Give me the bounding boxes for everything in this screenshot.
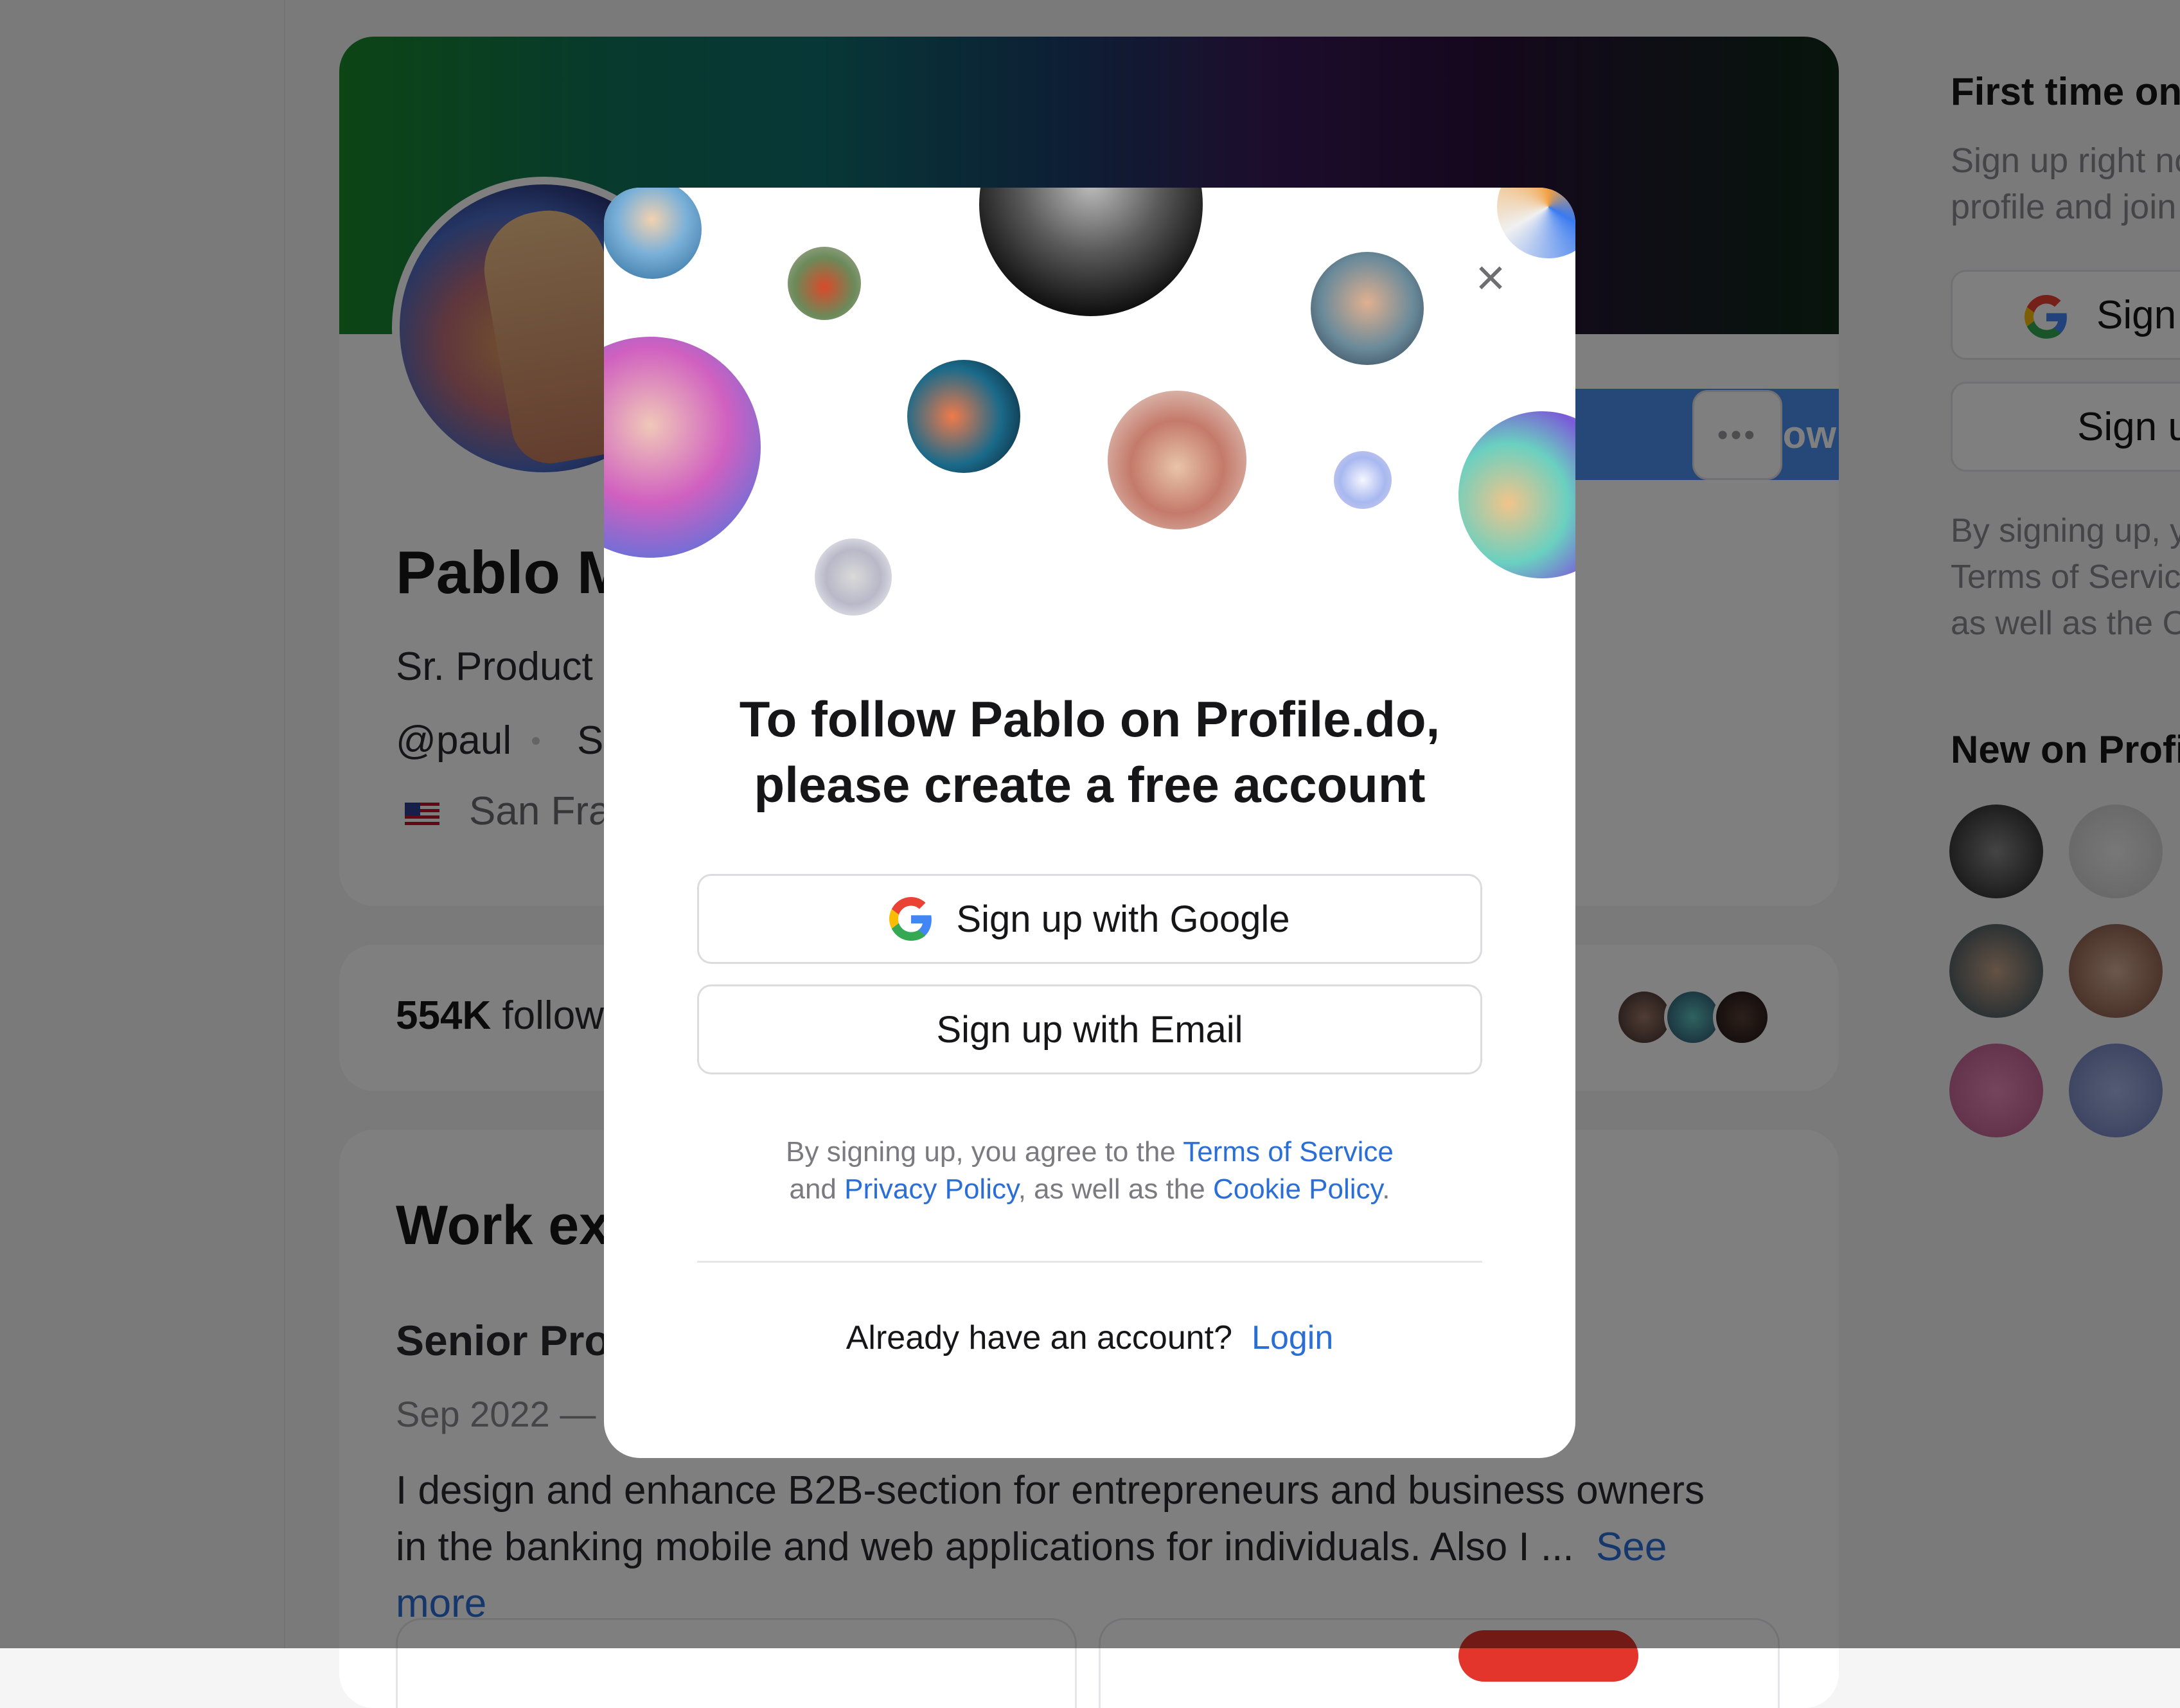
- google-signup-button[interactable]: Sign up with Google: [697, 874, 1482, 964]
- legal-end: .: [1382, 1173, 1390, 1205]
- user-avatar-bubble: [1108, 391, 1246, 529]
- modal-title: To follow Pablo on Profile.do, please cr…: [604, 686, 1575, 817]
- login-prompt: Already have an account? Login: [604, 1319, 1575, 1357]
- user-avatar-bubble: [1334, 451, 1392, 509]
- user-avatar-bubble: [604, 188, 702, 279]
- close-icon[interactable]: ×: [1465, 252, 1516, 303]
- terms-of-service-link[interactable]: Terms of Service: [1183, 1136, 1394, 1168]
- modal-title-line: To follow Pablo on Profile.do,: [739, 691, 1440, 747]
- google-icon: [889, 897, 932, 941]
- privacy-policy-link[interactable]: Privacy Policy: [844, 1173, 1018, 1205]
- legal-line-1: By signing up, you agree to the Terms of…: [604, 1134, 1575, 1171]
- legal-notice: By signing up, you agree to the Terms of…: [604, 1134, 1575, 1208]
- email-signup-label: Sign up with Email: [936, 1008, 1243, 1051]
- google-signup-label: Sign up with Google: [956, 898, 1290, 940]
- email-signup-button[interactable]: Sign up with Email: [697, 984, 1482, 1074]
- user-avatar-bubble: [907, 360, 1020, 473]
- modal-title-line: please create a free account: [754, 756, 1426, 813]
- login-prompt-text: Already have an account?: [846, 1319, 1233, 1357]
- user-avatar-bubble: [788, 247, 861, 320]
- signup-modal: × To follow Pablo on Profile.do, please …: [604, 188, 1575, 1458]
- legal-and: and: [789, 1173, 845, 1205]
- user-avatar-bubble: [1497, 188, 1575, 258]
- user-avatar-bubble: [979, 188, 1203, 316]
- user-avatar-bubble: [1458, 411, 1575, 578]
- login-link[interactable]: Login: [1252, 1319, 1333, 1357]
- user-avatar-bubble: [1311, 252, 1424, 365]
- legal-line-2: and Privacy Policy, as well as the Cooki…: [604, 1171, 1575, 1208]
- legal-mid: , as well as the: [1018, 1173, 1213, 1205]
- modal-divider: [697, 1261, 1482, 1263]
- cookie-policy-link[interactable]: Cookie Policy: [1213, 1173, 1382, 1205]
- user-avatar-bubble: [604, 337, 761, 558]
- user-avatar-bubble: [815, 538, 892, 616]
- legal-prefix: By signing up, you agree to the: [786, 1136, 1183, 1168]
